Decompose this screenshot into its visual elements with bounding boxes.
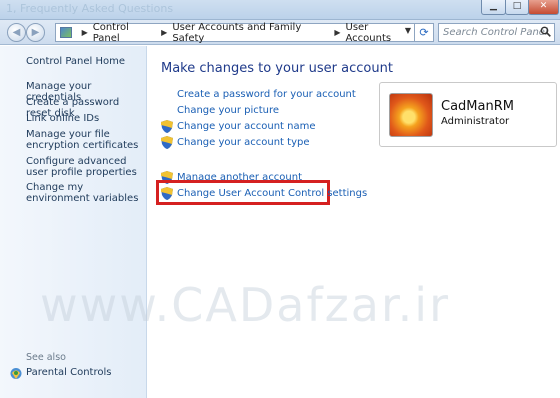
search-placeholder: Search Control Panel xyxy=(443,27,548,38)
sidebar-item-profile-properties[interactable]: Configure advanced user profile properti… xyxy=(26,156,144,178)
breadcrumb-user-accounts[interactable]: User Accounts xyxy=(346,22,414,44)
title-bar: 1, Frequently Asked Questions ▁ □ ✕ xyxy=(0,0,560,20)
task-create-password[interactable]: Create a password for your account xyxy=(177,89,356,100)
page-title: Make changes to your user account xyxy=(161,61,393,76)
sidebar-item-parental-controls[interactable]: Parental Controls xyxy=(26,367,111,378)
user-name: CadManRM xyxy=(441,99,514,114)
sidebar-item-file-encryption[interactable]: Manage your file encryption certificates xyxy=(26,129,144,151)
chevron-down-icon[interactable]: ▼ xyxy=(405,26,411,35)
parental-controls-icon xyxy=(10,368,22,379)
control-panel-icon xyxy=(60,27,72,38)
address-bar[interactable]: ▶ Control Panel ▶ User Accounts and Fami… xyxy=(55,22,415,44)
maximize-button[interactable]: □ xyxy=(505,0,529,15)
task-change-account-name[interactable]: Change your account name xyxy=(177,121,316,132)
main-content: Make changes to your user account Create… xyxy=(148,46,560,398)
close-button[interactable]: ✕ xyxy=(528,0,559,15)
sidebar-item-environment-variables[interactable]: Change my environment variables xyxy=(26,182,144,204)
chevron-right-icon: ▶ xyxy=(81,28,88,37)
uac-shield-icon xyxy=(161,120,173,133)
sidebar-item-link-online-ids[interactable]: Link online IDs xyxy=(26,113,144,124)
task-change-uac-settings[interactable]: Change User Account Control settings xyxy=(177,188,367,199)
see-also-heading: See also xyxy=(26,352,66,363)
user-role: Administrator xyxy=(441,116,510,127)
refresh-button[interactable]: ⟳ xyxy=(415,23,434,42)
navigation-bar: ◀ ▶ ▶ Control Panel ▶ User Accounts and … xyxy=(0,20,560,45)
uac-shield-icon xyxy=(161,136,173,149)
back-button[interactable]: ◀ xyxy=(7,23,26,42)
search-icon[interactable] xyxy=(540,26,551,37)
user-account-card: CadManRM Administrator xyxy=(379,82,557,147)
breadcrumb-user-accounts-family-safety[interactable]: User Accounts and Family Safety xyxy=(172,22,329,44)
task-change-picture[interactable]: Change your picture xyxy=(177,105,279,116)
sidebar-control-panel-home[interactable]: Control Panel Home xyxy=(26,56,144,67)
forward-button[interactable]: ▶ xyxy=(26,23,45,42)
chevron-right-icon[interactable]: ▶ xyxy=(334,28,340,37)
breadcrumb-control-panel[interactable]: Control Panel xyxy=(93,22,156,44)
watermark-text: www.CADafzar.ir xyxy=(40,278,450,332)
minimize-button[interactable]: ▁ xyxy=(481,0,506,15)
sidebar: Control Panel Home Manage your credentia… xyxy=(0,46,147,398)
avatar xyxy=(389,93,433,137)
faded-title-text: 1, Frequently Asked Questions xyxy=(6,2,174,15)
uac-shield-icon xyxy=(161,187,173,200)
chevron-right-icon[interactable]: ▶ xyxy=(161,28,167,37)
search-input[interactable]: Search Control Panel xyxy=(438,23,555,42)
task-change-account-type[interactable]: Change your account type xyxy=(177,137,310,148)
